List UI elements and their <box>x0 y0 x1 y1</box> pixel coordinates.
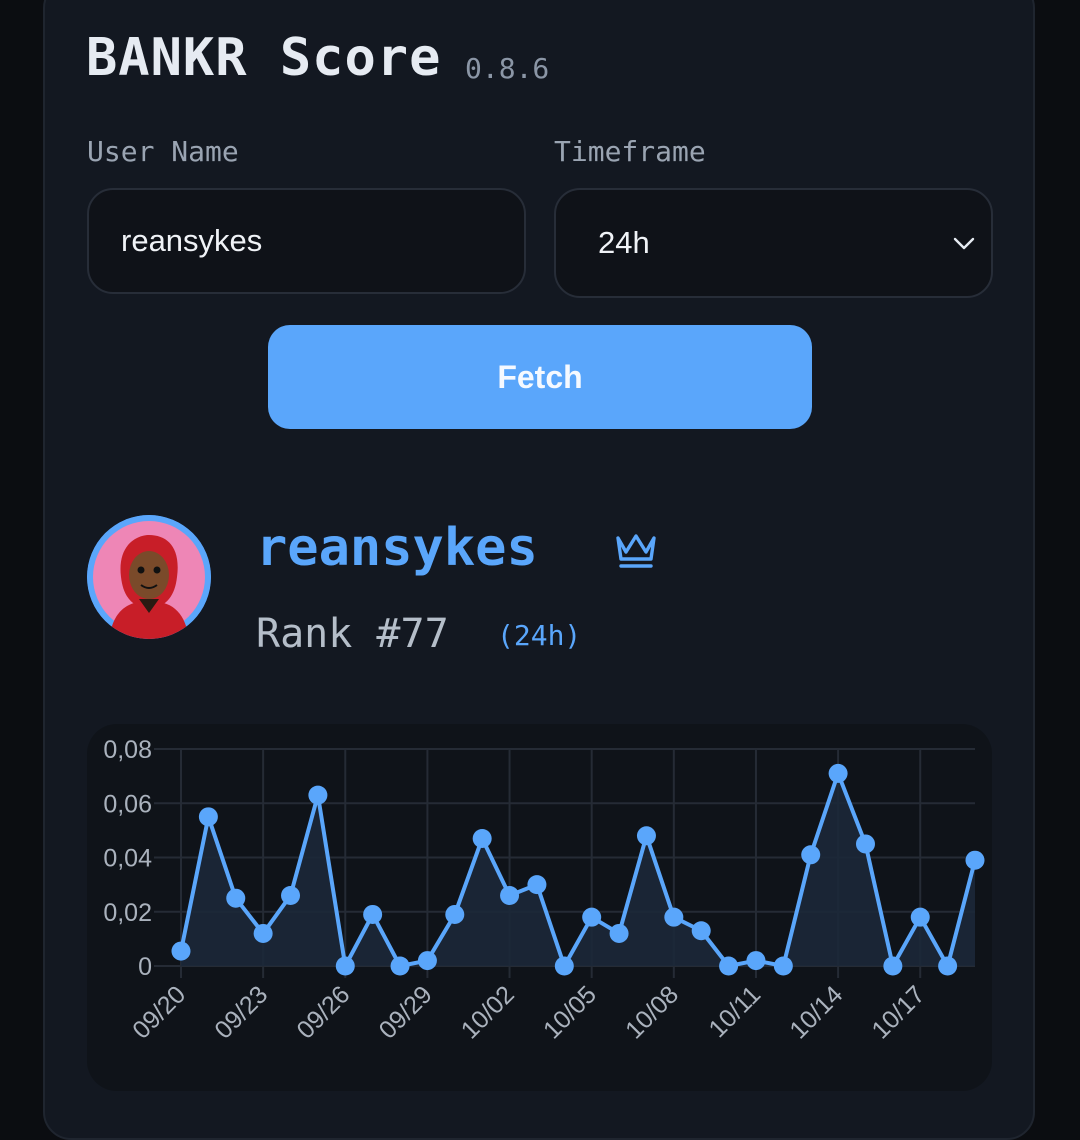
x-tick-label: 10/08 <box>620 980 684 1044</box>
data-point <box>609 923 629 943</box>
data-point <box>445 904 465 924</box>
score-chart-panel: 0 0,02 0,04 0,06 0,08 09/20 09/23 09/26 09/29 10/… <box>87 724 992 1091</box>
avatar[interactable] <box>87 515 211 639</box>
data-point <box>554 956 574 976</box>
data-point <box>390 956 410 976</box>
data-point <box>828 763 848 783</box>
username-input-value: reansykes <box>121 223 263 258</box>
data-point <box>527 875 547 895</box>
username-label: User Name <box>87 135 239 168</box>
chevron-down-icon <box>953 237 975 250</box>
data-point <box>281 885 301 905</box>
score-chart: 0 0,02 0,04 0,06 0,08 09/20 09/23 09/26 09/29 10/… <box>103 736 985 1044</box>
timeframe-select[interactable]: 24h <box>554 188 993 298</box>
app-version: 0.8.6 <box>465 52 550 85</box>
app-title: BANKR Score <box>86 28 442 88</box>
data-point <box>855 834 875 854</box>
crown-icon <box>616 534 656 568</box>
data-point <box>883 956 903 976</box>
data-point <box>965 850 985 870</box>
data-point <box>746 951 766 971</box>
data-point <box>664 907 684 927</box>
x-tick-label: 10/11 <box>703 980 766 1043</box>
data-point <box>253 923 273 943</box>
y-tick-label: 0,08 <box>103 736 152 764</box>
data-point <box>801 845 821 865</box>
x-tick-label: 10/05 <box>538 980 602 1044</box>
fetch-button[interactable]: Fetch <box>268 325 812 429</box>
data-point <box>910 907 930 927</box>
data-point <box>472 829 492 849</box>
data-point <box>198 807 218 827</box>
data-point <box>335 956 355 976</box>
x-tick-label: 09/23 <box>209 980 273 1044</box>
data-point <box>636 826 656 846</box>
y-tick-label: 0 <box>138 953 152 981</box>
data-point <box>719 956 739 976</box>
x-tick-label: 10/17 <box>866 980 930 1044</box>
x-tick-label: 10/02 <box>456 980 520 1044</box>
data-point <box>363 904 383 924</box>
x-tick-label: 09/20 <box>127 980 191 1044</box>
data-point <box>582 907 602 927</box>
data-point <box>417 951 437 971</box>
timeframe-select-value: 24h <box>598 225 650 260</box>
x-tick-label: 10/14 <box>784 980 848 1044</box>
y-tick-label: 0,06 <box>103 790 152 818</box>
y-tick-label: 0,02 <box>103 899 152 927</box>
x-tick-label: 09/29 <box>374 980 438 1044</box>
data-point <box>171 941 191 961</box>
data-point <box>500 885 520 905</box>
avatar-image <box>87 515 211 639</box>
data-point <box>226 888 246 908</box>
rank-text: Rank #77 <box>256 611 449 657</box>
username-input[interactable]: reansykes <box>87 188 526 294</box>
data-point <box>308 785 328 805</box>
profile-username: reansykes <box>256 518 538 578</box>
data-point <box>691 921 711 941</box>
x-tick-label: 09/26 <box>291 980 355 1044</box>
data-point <box>938 956 958 976</box>
rank-timeframe: (24h) <box>497 619 582 652</box>
timeframe-label: Timeframe <box>554 135 706 168</box>
y-tick-label: 0,04 <box>103 845 152 873</box>
data-point <box>773 956 793 976</box>
